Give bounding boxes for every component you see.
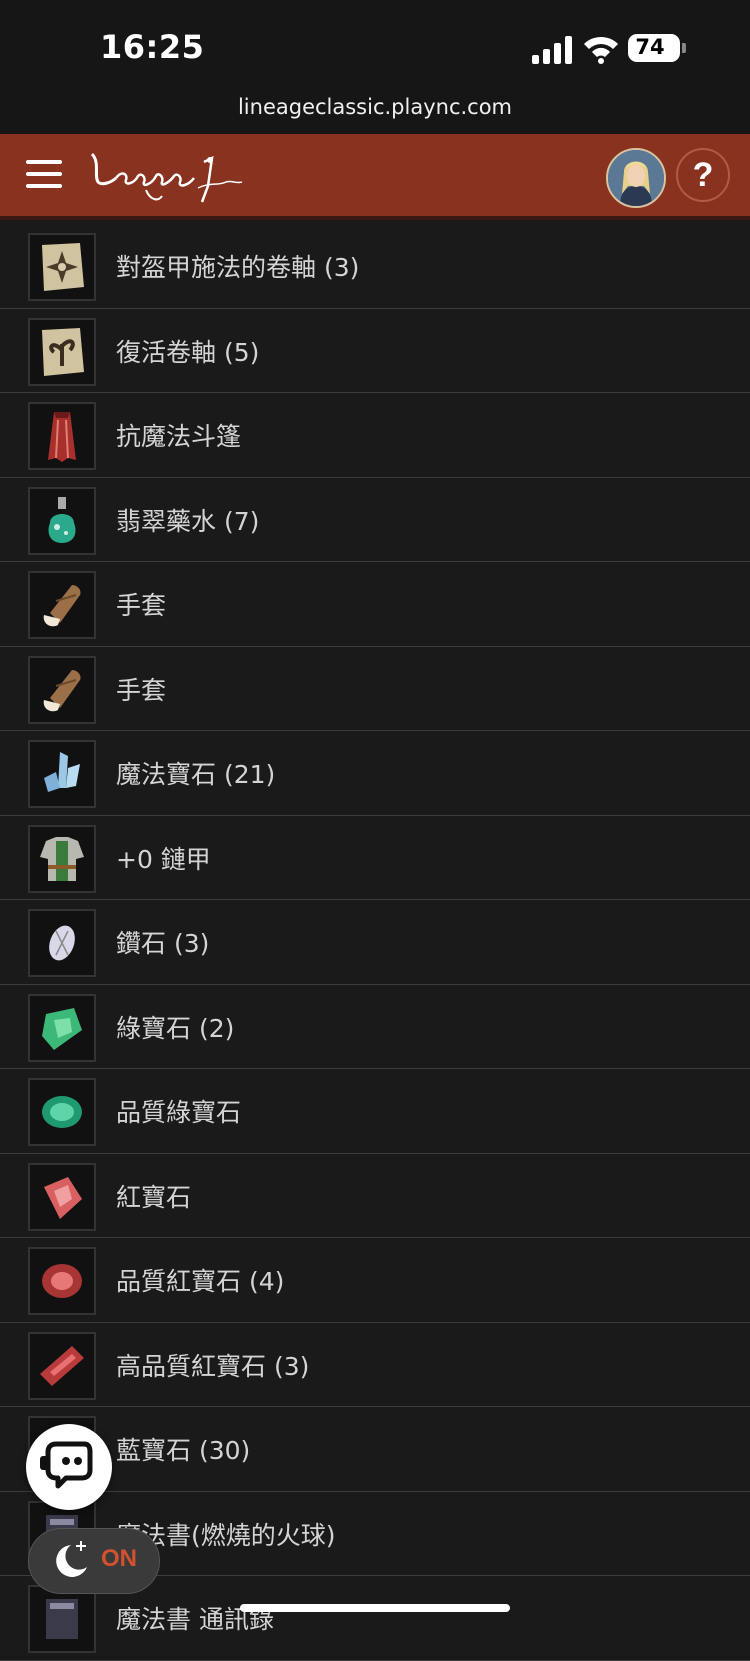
item-name: 品質紅寶石 (4): [116, 1267, 285, 1296]
list-item[interactable]: 鑽石 (3): [0, 900, 750, 985]
dark-mode-label: ON: [101, 1545, 137, 1572]
item-name: 高品質紅寶石 (3): [116, 1351, 310, 1381]
item-name: 手套: [116, 591, 167, 620]
list-item[interactable]: +0 鏈甲: [0, 816, 750, 900]
list-item[interactable]: 紅寶石: [0, 1154, 750, 1238]
glove-icon: [28, 655, 96, 724]
quality-emerald-icon: [28, 1078, 96, 1146]
chatbot-button[interactable]: [26, 1424, 112, 1510]
list-item[interactable]: 翡翠藥水 (7): [0, 478, 750, 562]
clock: 16:25: [100, 28, 205, 66]
list-item[interactable]: 復活卷軸 (5): [0, 309, 750, 393]
list-item[interactable]: 品質綠寶石: [0, 1069, 750, 1154]
item-name: 鑽石 (3): [116, 929, 210, 958]
help-button[interactable]: ?: [676, 148, 730, 202]
lineage-classic-logo[interactable]: [86, 142, 246, 212]
home-indicator[interactable]: [240, 1604, 510, 1612]
list-item[interactable]: 綠寶石 (2): [0, 985, 750, 1069]
list-item[interactable]: 手套: [0, 647, 750, 731]
scroll-armor-icon: [28, 233, 96, 301]
item-name: 紅寶石: [116, 1182, 192, 1212]
list-item[interactable]: 魔法寶石 (21): [0, 731, 750, 816]
item-name: 綠寶石 (2): [116, 1013, 235, 1043]
item-name: 復活卷軸 (5): [116, 337, 260, 367]
diamond-icon: [28, 909, 96, 977]
ruby-icon: [28, 1162, 96, 1231]
emerald-potion-icon: [28, 486, 96, 555]
dark-mode-toggle[interactable]: ON: [28, 1528, 160, 1594]
item-name: 對盔甲施法的卷軸 (3): [116, 253, 360, 282]
wifi-icon: [584, 36, 618, 64]
item-name: 品質綠寶石: [116, 1098, 242, 1127]
item-name: 抗魔法斗篷: [116, 422, 242, 451]
spellbook-icon: [28, 1585, 96, 1653]
user-avatar[interactable]: [606, 148, 666, 208]
cellular-signal-icon: [532, 36, 574, 64]
battery-level: 74: [635, 35, 665, 59]
list-item[interactable]: 手套: [0, 562, 750, 647]
hamburger-menu-icon[interactable]: [26, 160, 64, 190]
item-name: 藍寶石 (30): [116, 1436, 251, 1465]
list-item[interactable]: 對盔甲施法的卷軸 (3): [0, 224, 750, 309]
item-name: 魔法寶石 (21): [116, 760, 276, 789]
list-item[interactable]: 抗魔法斗篷: [0, 393, 750, 478]
battery-icon: 74: [628, 34, 686, 62]
quality-ruby-icon: [28, 1247, 96, 1315]
item-name: 手套: [116, 675, 167, 705]
item-list: 對盔甲施法的卷軸 (3) 復活卷軸 (5) 抗魔法斗篷 翡翠藥水 (7) 手套 …: [0, 224, 750, 1661]
magic-crystal-icon: [28, 740, 96, 808]
item-name: +0 鏈甲: [116, 844, 211, 874]
item-name: 翡翠藥水 (7): [116, 506, 260, 536]
moon-icon: [56, 1541, 87, 1577]
emerald-icon: [28, 993, 96, 1062]
list-item[interactable]: 品質紅寶石 (4): [0, 1238, 750, 1323]
glove-icon: [28, 571, 96, 639]
high-quality-ruby-icon: [28, 1331, 96, 1400]
chatbot-icon: [40, 1441, 93, 1489]
scroll-resurrection-icon: [28, 317, 96, 386]
browser-url[interactable]: lineageclassic.plaync.com: [0, 92, 750, 134]
list-item[interactable]: 高品質紅寶石 (3): [0, 1323, 750, 1407]
chainmail-icon: [28, 824, 96, 893]
cloak-icon: [28, 402, 96, 470]
site-header: ?: [0, 134, 750, 220]
list-item[interactable]: 藍寶石 (30): [0, 1407, 750, 1492]
status-bar: 16:25 74: [0, 0, 750, 92]
